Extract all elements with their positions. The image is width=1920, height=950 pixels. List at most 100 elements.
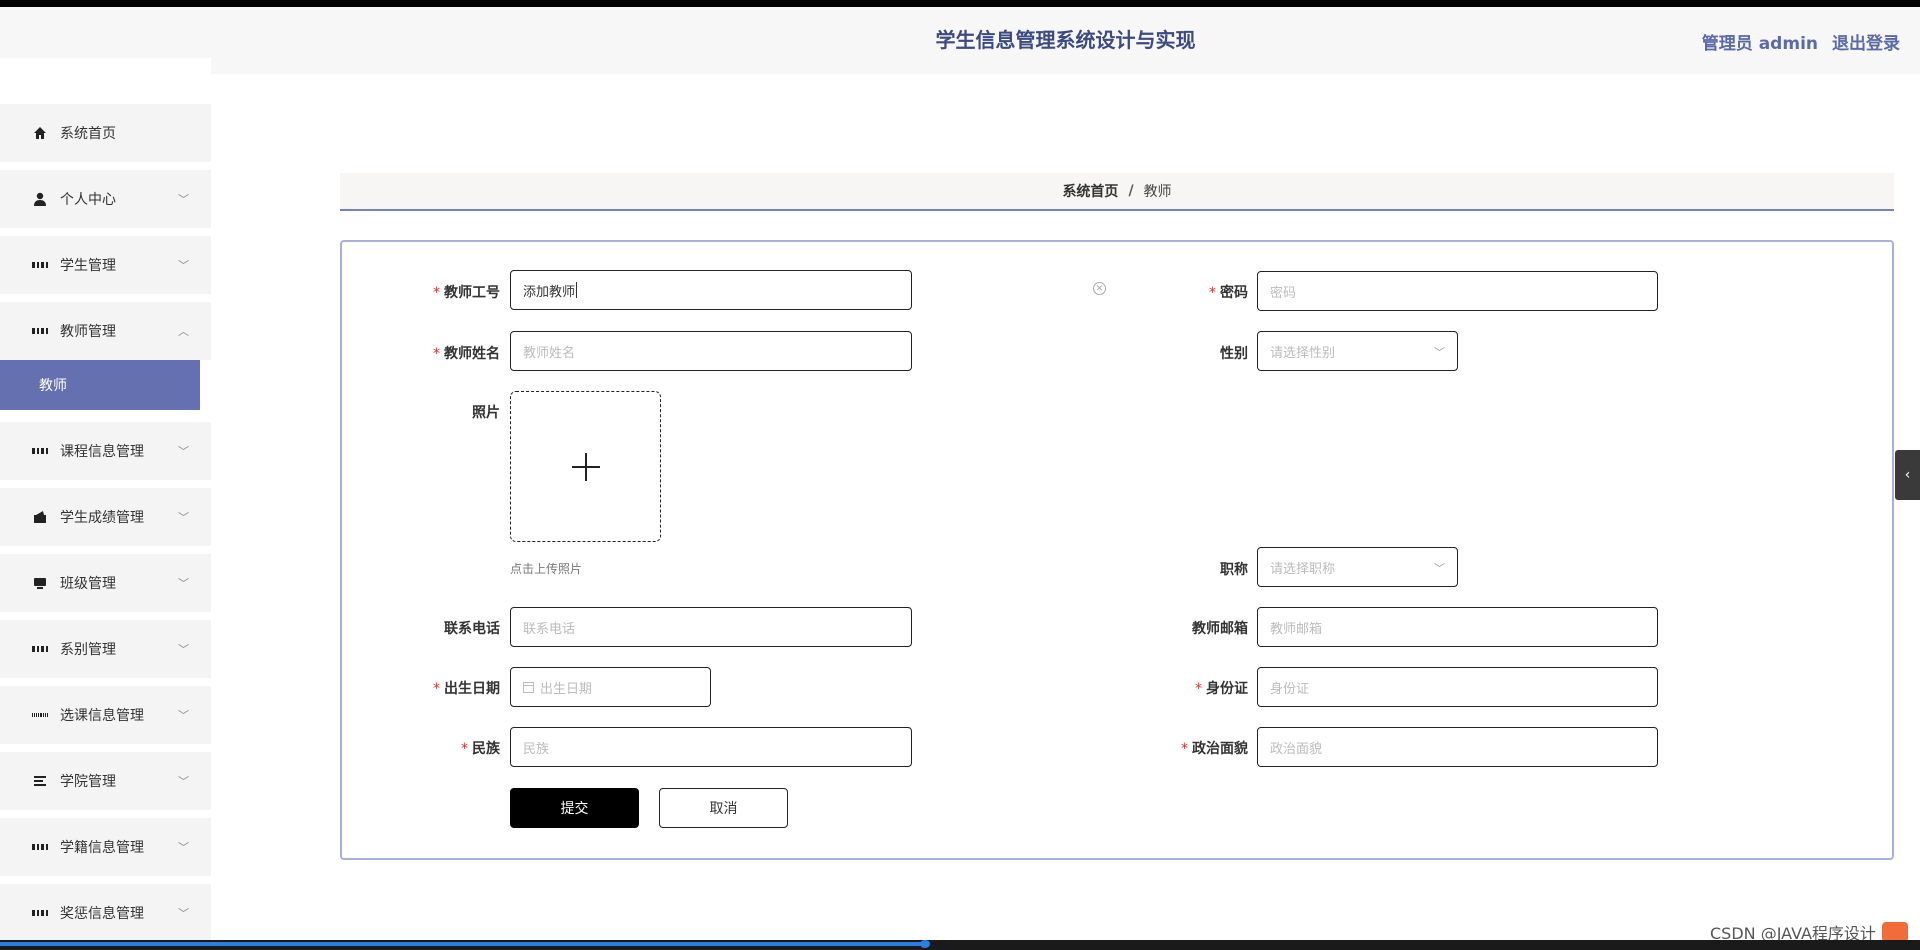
sidebar-item-home[interactable]: 系统首页	[0, 104, 211, 162]
required-mark: *	[433, 346, 440, 362]
text-cursor	[576, 282, 578, 298]
chevron-down-icon: ﹀	[178, 643, 189, 656]
admin-label[interactable]: 管理员 admin	[1702, 29, 1818, 54]
required-mark: *	[1195, 681, 1202, 697]
sidebar-item-label: 班级管理	[60, 576, 116, 592]
sidebar-item-course-selection[interactable]: 选课信息管理 ﹀	[0, 686, 211, 744]
user-icon	[32, 191, 48, 207]
sidebar-item-college-management[interactable]: 学院管理 ﹀	[0, 752, 211, 810]
required-mark: *	[1209, 285, 1216, 301]
sidebar-item-enrollment-info[interactable]: 学籍信息管理 ﹀	[0, 818, 211, 876]
chevron-down-icon: ﹀	[178, 193, 189, 206]
cancel-button[interactable]: 取消	[659, 788, 788, 828]
phone-input[interactable]: 联系电话	[510, 607, 912, 647]
chevron-down-icon: ﹀	[178, 709, 189, 722]
window-top-strip	[0, 0, 1920, 7]
chevron-down-icon: ﹀	[178, 907, 189, 920]
political-status-input[interactable]: 政治面貌	[1257, 727, 1658, 767]
required-mark: *	[1181, 741, 1188, 757]
sidebar-item-score-management[interactable]: 学生成绩管理 ﹀	[0, 488, 211, 546]
breadcrumb-home-link[interactable]: 系统首页	[1062, 181, 1118, 201]
photo-upload-box[interactable]	[510, 391, 661, 542]
sidebar-item-label: 学籍信息管理	[60, 840, 144, 856]
grid-icon	[32, 323, 48, 339]
calendar-icon	[523, 681, 534, 693]
teacher-name-input[interactable]: 教师姓名	[510, 331, 912, 371]
title-label: 职称	[1220, 562, 1248, 578]
progress-knob[interactable]	[920, 940, 930, 948]
grid-icon	[32, 839, 48, 855]
grid-icon	[32, 443, 48, 459]
teacher-name-label: * 教师姓名	[433, 346, 500, 362]
sidebar-item-student-management[interactable]: 学生管理 ﹀	[0, 236, 211, 294]
grid-icon	[32, 257, 48, 273]
top-header: 学生信息管理系统设计与实现 管理员 admin 退出登录	[211, 7, 1920, 74]
chevron-down-icon: ﹀	[178, 577, 189, 590]
photo-upload-hint: 点击上传照片	[510, 562, 583, 576]
birthdate-picker[interactable]: 出生日期	[510, 667, 711, 707]
clear-icon[interactable]: ✕	[1093, 282, 1106, 295]
sidebar-item-label: 教师管理	[60, 324, 116, 340]
app-title: 学生信息管理系统设计与实现	[935, 28, 1196, 52]
sidebar: 系统首页 个人中心 ﹀ 学生管理 ﹀ 教师管理 ︿ 教师 课程信息管理 ﹀ 学生…	[0, 104, 211, 950]
sidebar-item-class-management[interactable]: 班级管理 ﹀	[0, 554, 211, 612]
sidebar-item-label: 系别管理	[60, 642, 116, 658]
phone-label: 联系电话	[444, 621, 500, 637]
sidebar-item-label: 学生管理	[60, 258, 116, 274]
progress-fill	[0, 942, 925, 946]
sidebar-item-department-management[interactable]: 系别管理 ﹀	[0, 620, 211, 678]
required-mark: *	[433, 285, 440, 301]
id-card-label: * 身份证	[1195, 681, 1248, 697]
grid-icon	[32, 905, 48, 921]
chevron-down-icon: ﹀	[178, 775, 189, 788]
sidebar-item-personal-center[interactable]: 个人中心 ﹀	[0, 170, 211, 228]
chevron-down-icon: ﹀	[178, 445, 189, 458]
birthdate-label: * 出生日期	[433, 681, 500, 697]
home-icon	[32, 125, 48, 141]
sidebar-item-teacher-management[interactable]: 教师管理 ︿	[0, 302, 211, 360]
sidebar-item-label: 学生成绩管理	[60, 510, 144, 526]
chevron-down-icon: ﹀	[1434, 346, 1445, 359]
chevron-left-icon: ‹	[1904, 467, 1911, 483]
chevron-down-icon: ﹀	[178, 841, 189, 854]
ethnicity-input[interactable]: 民族	[510, 727, 912, 767]
sidebar-item-label: 系统首页	[60, 126, 116, 142]
logout-link[interactable]: 退出登录	[1832, 29, 1900, 54]
sidebar-item-label: 个人中心	[60, 192, 116, 208]
sidebar-header-area	[0, 7, 211, 58]
sidebar-item-reward-punishment[interactable]: 奖惩信息管理 ﹀	[0, 884, 211, 942]
submit-button[interactable]: 提交	[510, 788, 639, 828]
collapse-panel-tab[interactable]: ‹	[1895, 450, 1920, 500]
sidebar-item-course-info[interactable]: 课程信息管理 ﹀	[0, 422, 211, 480]
plus-icon	[571, 452, 600, 481]
sidebar-item-label: 学院管理	[60, 774, 116, 790]
wallet-icon	[32, 509, 48, 525]
list-icon	[32, 773, 48, 789]
political-status-label: * 政治面貌	[1181, 741, 1248, 757]
chevron-down-icon: ﹀	[178, 259, 189, 272]
teacher-id-label: * 教师工号	[433, 285, 500, 301]
chevron-down-icon: ﹀	[178, 511, 189, 524]
sidebar-item-label: 课程信息管理	[60, 444, 144, 460]
email-label: 教师邮箱	[1192, 621, 1248, 637]
breadcrumb: 系统首页 / 教师	[340, 173, 1894, 211]
sidebar-subitem-teacher[interactable]: 教师	[0, 360, 200, 410]
video-progress-bar[interactable]	[0, 940, 1920, 950]
password-input[interactable]: 密码	[1257, 271, 1658, 311]
header-user-area: 管理员 admin 退出登录	[1702, 29, 1900, 54]
grid-icon	[32, 641, 48, 657]
teacher-id-input[interactable]: 添加教师	[510, 270, 912, 310]
ethnicity-label: * 民族	[461, 741, 500, 757]
title-select[interactable]: 请选择职称 ﹀	[1257, 547, 1458, 587]
email-input[interactable]: 教师邮箱	[1257, 607, 1658, 647]
gender-select[interactable]: 请选择性别 ﹀	[1257, 331, 1458, 371]
sidebar-item-label: 奖惩信息管理	[60, 906, 144, 922]
grid9-icon	[32, 707, 49, 723]
id-card-input[interactable]: 身份证	[1257, 667, 1658, 707]
chevron-down-icon: ﹀	[1434, 562, 1445, 575]
breadcrumb-current: 教师	[1143, 184, 1172, 200]
breadcrumb-separator: /	[1128, 183, 1134, 199]
password-label: * 密码	[1209, 285, 1248, 301]
chevron-up-icon: ︿	[178, 325, 189, 338]
monitor-icon	[32, 575, 48, 591]
